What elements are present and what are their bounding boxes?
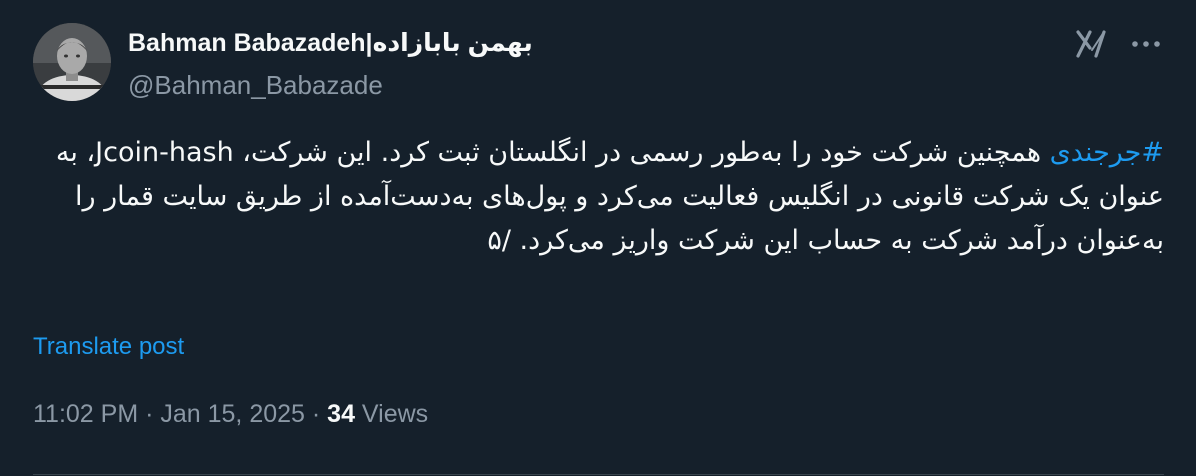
more-icon[interactable] [1128, 32, 1164, 56]
post-body: همچنین شرکت خود را به‌طور رسمی در انگلست… [55, 137, 1164, 256]
tweet: Bahman Babazadeh|بهمن بابازاده @Bahman_B… [0, 0, 1196, 476]
post-meta: 11:02 PM · Jan 15, 2025 · 34 Views [33, 400, 428, 429]
post-time[interactable]: 11:02 PM [33, 400, 138, 428]
post-date[interactable]: Jan 15, 2025 [160, 400, 305, 428]
grok-icon[interactable] [1074, 26, 1110, 62]
translate-post-link[interactable]: Translate post [33, 333, 184, 361]
author-display-name[interactable]: Bahman Babazadeh|بهمن بابازاده [128, 28, 533, 58]
meta-separator-2: · [304, 400, 328, 428]
views-count: 34 [327, 400, 355, 428]
post-text: #جرجندی همچنین شرکت خود را به‌طور رسمی د… [33, 131, 1164, 263]
avatar-photo [33, 23, 111, 101]
divider [33, 474, 1164, 475]
meta-separator: · [138, 400, 161, 428]
hashtag-link[interactable]: #جرجندی [1050, 137, 1164, 168]
author-handle[interactable]: @Bahman_Babazade [128, 70, 383, 101]
views-label: Views [354, 400, 429, 428]
avatar[interactable] [33, 23, 111, 101]
